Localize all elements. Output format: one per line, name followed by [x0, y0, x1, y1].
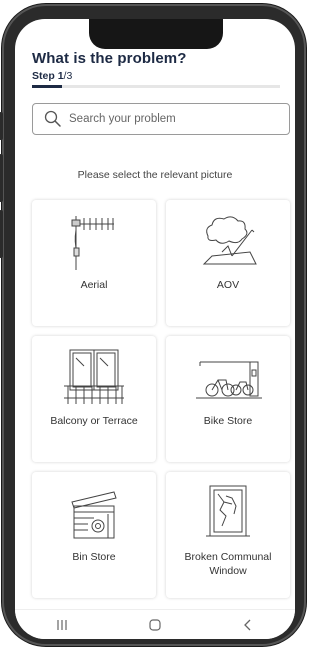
category-label: Aerial: [80, 279, 108, 291]
system-nav-bar: [15, 609, 295, 639]
screen: What is the problem? Step 1/3 Please sel…: [15, 19, 295, 639]
category-grid: Aerial AOV Balcony or Terrace Bike Store…: [32, 200, 290, 598]
back-button[interactable]: [218, 612, 278, 638]
instruction-text: Please select the relevant picture: [77, 169, 233, 181]
category-card-aov[interactable]: AOV: [166, 200, 290, 326]
aov-icon: [202, 216, 257, 265]
step-indicator: Step 1/3: [32, 70, 72, 82]
search-input[interactable]: [69, 113, 269, 125]
progress-bar: [32, 85, 280, 88]
category-label: Broken Communal Window: [184, 551, 272, 577]
side-button: [0, 112, 3, 140]
recent-apps-icon: [57, 619, 67, 630]
recent-apps-button[interactable]: [32, 612, 92, 638]
page-title: What is the problem?: [32, 50, 187, 67]
balcony-icon: [64, 349, 124, 404]
broken-window-icon: [206, 485, 250, 537]
home-icon: [149, 618, 161, 631]
phone-frame: What is the problem? Step 1/3 Please sel…: [0, 4, 306, 646]
step-label: Step: [32, 70, 55, 82]
aerial-icon: [71, 216, 114, 270]
category-card-balcony-or-terrace[interactable]: Balcony or Terrace: [32, 336, 156, 462]
category-label: Bike Store: [203, 415, 253, 427]
side-button: [0, 210, 3, 258]
progress-fill: [32, 85, 62, 88]
category-label: AOV: [216, 279, 240, 291]
side-button: [0, 154, 3, 202]
category-label: Balcony or Terrace: [50, 415, 138, 427]
category-card-broken-communal-window[interactable]: Broken Communal Window: [166, 472, 290, 598]
search-icon: [44, 110, 61, 127]
notch: [89, 19, 223, 49]
back-icon: [244, 619, 251, 630]
search-box[interactable]: [32, 103, 290, 135]
home-button[interactable]: [125, 612, 185, 638]
category-label: Bin Store: [72, 551, 116, 563]
category-card-bike-store[interactable]: Bike Store: [166, 336, 290, 462]
step-total: /3: [63, 70, 73, 82]
category-card-bin-store[interactable]: Bin Store: [32, 472, 156, 598]
category-card-aerial[interactable]: Aerial: [32, 200, 156, 326]
bin-store-icon: [71, 491, 117, 539]
bike-store-icon: [196, 361, 262, 399]
